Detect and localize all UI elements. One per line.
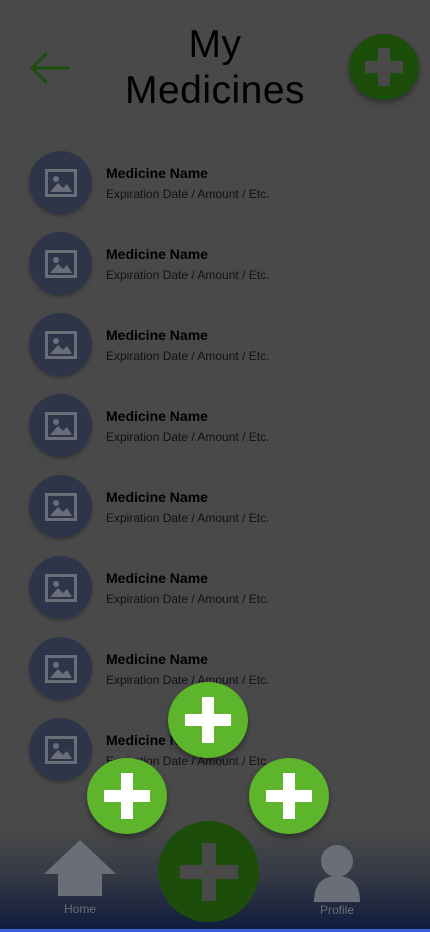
medicine-name: Medicine Name xyxy=(106,165,208,181)
add-option-button-top[interactable] xyxy=(168,682,248,758)
plus-icon xyxy=(185,697,231,743)
list-item[interactable]: Medicine Name Expiration Date / Amount / … xyxy=(0,393,430,474)
medicine-image xyxy=(29,151,92,214)
medicine-details: Expiration Date / Amount / Etc. xyxy=(106,592,270,606)
list-item[interactable]: Medicine Name Expiration Date / Amount / … xyxy=(0,312,430,393)
medicine-details: Expiration Date / Amount / Etc. xyxy=(106,430,270,444)
image-placeholder-icon xyxy=(44,492,77,521)
medicine-image xyxy=(29,718,92,781)
add-medicine-button[interactable] xyxy=(349,34,419,100)
medicine-image xyxy=(29,637,92,700)
medicine-name: Medicine Name xyxy=(106,408,208,424)
header: My Medicines xyxy=(0,0,430,130)
medicine-name: Medicine Name xyxy=(106,651,208,667)
plus-icon xyxy=(179,842,238,901)
image-placeholder-icon xyxy=(44,735,77,764)
medicine-image xyxy=(29,232,92,295)
medicine-image xyxy=(29,556,92,619)
list-item[interactable]: Medicine Name Expiration Date / Amount / … xyxy=(0,150,430,231)
home-icon xyxy=(44,840,116,896)
medicine-name: Medicine Name xyxy=(106,327,208,343)
medicine-details: Expiration Date / Amount / Etc. xyxy=(106,349,270,363)
medicine-name: Medicine Name xyxy=(106,570,208,586)
list-item[interactable]: Medicine Name Expiration Date / Amount / … xyxy=(0,231,430,312)
list-item[interactable]: Medicine Name Expiration Date / Amount / … xyxy=(0,555,430,636)
medicine-name: Medicine Name xyxy=(106,489,208,505)
image-placeholder-icon xyxy=(44,411,77,440)
add-option-button-right[interactable] xyxy=(249,758,329,834)
add-option-button-left[interactable] xyxy=(87,758,167,834)
main-add-button[interactable] xyxy=(158,821,259,922)
medicine-details: Expiration Date / Amount / Etc. xyxy=(106,268,270,282)
medicine-details: Expiration Date / Amount / Etc. xyxy=(106,511,270,525)
user-icon xyxy=(314,845,360,902)
nav-home-label: Home xyxy=(63,902,96,916)
image-placeholder-icon xyxy=(44,330,77,359)
plus-icon xyxy=(104,773,150,819)
medicine-details: Expiration Date / Amount / Etc. xyxy=(106,673,270,687)
image-placeholder-icon xyxy=(44,168,77,197)
medicine-image xyxy=(29,394,92,457)
image-placeholder-icon xyxy=(44,573,77,602)
medicine-name: Medicine Name xyxy=(106,246,208,262)
nav-profile[interactable]: Profile xyxy=(302,840,372,920)
image-placeholder-icon xyxy=(44,249,77,278)
nav-profile-label: Profile xyxy=(319,903,354,917)
medicine-image xyxy=(29,475,92,538)
medicine-details: Expiration Date / Amount / Etc. xyxy=(106,187,270,201)
plus-icon xyxy=(365,48,403,86)
medicine-image xyxy=(29,313,92,376)
list-item[interactable]: Medicine Name Expiration Date / Amount / … xyxy=(0,474,430,555)
nav-home[interactable]: Home xyxy=(40,838,120,918)
image-placeholder-icon xyxy=(44,654,77,683)
plus-icon xyxy=(266,773,312,819)
